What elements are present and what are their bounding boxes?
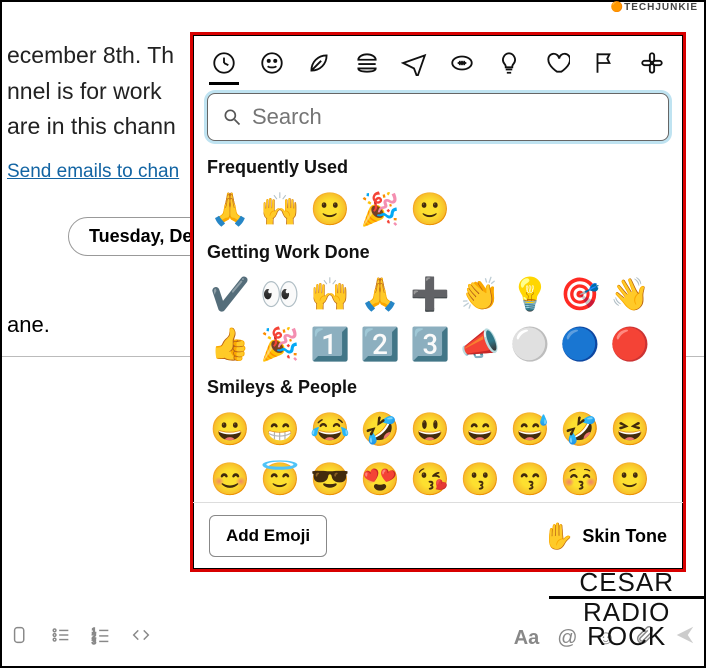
bulb-icon [496,50,522,76]
emoji-cell[interactable]: ➕ [407,271,453,317]
emoji-scroll-area[interactable]: Frequently Used🙏🙌🙂🎉🙂Getting Work Done✔️👀… [193,147,683,502]
football-icon [449,50,475,76]
emoji-cell[interactable]: 💡 [507,271,553,317]
emoji-grid: 😀😁😂🤣😃😄😅🤣😆😊😇😎😍😘😗😙😚🙂 [207,406,669,502]
code-block-icon[interactable] [130,624,152,652]
emoji-tab-symbols[interactable] [540,43,574,83]
emoji-tab-travel[interactable] [397,43,431,83]
emoji-cell[interactable]: 😇 [257,456,303,502]
flag-icon [591,50,617,76]
skin-tone-label: Skin Tone [582,526,667,547]
smile-icon [259,50,285,76]
heart-icon [544,50,570,76]
svg-text:3: 3 [92,637,96,646]
emoji-cell[interactable]: 1️⃣ [307,321,353,367]
emoji-cell[interactable]: 🙂 [307,186,353,232]
emoji-cell[interactable]: 😘 [407,456,453,502]
emoji-grid: ✔️👀🙌🙏➕👏💡🎯👋 👍🎉1️⃣2️⃣3️⃣📣⚪🔵🔴 [207,271,669,367]
emoji-search-input[interactable] [252,104,654,130]
burger-icon [354,50,380,76]
composer-toolbar: 123 Aa @ ☺ [10,624,696,652]
plane-icon [401,50,427,76]
skin-tone-selector[interactable]: ✋ Skin Tone [542,521,667,552]
emoji-cell[interactable]: 😎 [307,456,353,502]
emoji-tab-smileys[interactable] [255,43,289,83]
emoji-cell[interactable]: 😀 [207,406,253,452]
emoji-cell[interactable]: 😄 [457,406,503,452]
emoji-cell[interactable]: 😚 [557,456,603,502]
emoji-cell[interactable]: 😂 [307,406,353,452]
emoji-picker-footer: Add Emoji ✋ Skin Tone [193,502,683,569]
list-bullet-icon[interactable] [50,624,72,652]
emoji-grid: 🙏🙌🙂🎉🙂 [207,186,669,232]
emoji-cell[interactable]: 😁 [257,406,303,452]
emoji-cell[interactable]: 🙌 [307,271,353,317]
emoji-section-header: Frequently Used [207,157,669,178]
emoji-cell[interactable]: 3️⃣ [407,321,453,367]
emoji-section-header: Smileys & People [207,377,669,398]
emoji-tab-nature[interactable] [302,43,336,83]
emoji-cell[interactable]: 👀 [257,271,303,317]
emoji-cell[interactable]: 🎉 [357,186,403,232]
emoji-cell[interactable]: 👋 [607,271,653,317]
emoji-tab-food[interactable] [350,43,384,83]
attach-icon[interactable] [634,624,656,652]
emoji-cell[interactable]: 🤣 [557,406,603,452]
emoji-cell[interactable]: 😙 [507,456,553,502]
emoji-cell[interactable]: ✔️ [207,271,253,317]
emoji-tab-recent[interactable] [207,43,241,83]
emoji-cell[interactable]: 👏 [457,271,503,317]
emoji-cell[interactable]: 😆 [607,406,653,452]
send-icon[interactable] [674,624,696,652]
emoji-cell[interactable]: 😅 [507,406,553,452]
skin-tone-swatch-icon: ✋ [542,521,574,552]
clock-icon [211,50,237,76]
emoji-tab-activities[interactable] [445,43,479,83]
search-icon [222,107,242,127]
emoji-tab-flags[interactable] [587,43,621,83]
emoji-category-tabs [193,35,683,83]
emoji-cell[interactable]: 🙂 [407,186,453,232]
emoji-cell[interactable]: 😃 [407,406,453,452]
emoji-cell[interactable]: 🙌 [257,186,303,232]
mention-icon[interactable]: @ [557,627,577,650]
emoji-cell[interactable]: 🙂 [607,456,653,502]
emoji-search[interactable] [207,93,669,141]
emoji-cell[interactable]: 🙏 [357,271,403,317]
leaf-icon [306,50,332,76]
add-emoji-button[interactable]: Add Emoji [209,515,327,557]
emoji-cell[interactable]: 🤣 [357,406,403,452]
emoji-cell[interactable]: 😍 [357,456,403,502]
emoji-cell[interactable]: 🔴 [607,321,653,367]
emoji-cell[interactable]: 👍 [207,321,253,367]
emoji-tab-objects[interactable] [492,43,526,83]
emoji-cell[interactable]: 🔵 [557,321,603,367]
emoji-cell[interactable]: 🎯 [557,271,603,317]
emoji-cell[interactable]: 📣 [457,321,503,367]
emoji-cell[interactable]: 🎉 [257,321,303,367]
emoji-section-header: Getting Work Done [207,242,669,263]
format-toggle[interactable]: Aa [514,627,540,650]
slack-icon [639,50,665,76]
list-number-icon[interactable]: 123 [90,624,112,652]
emoji-cell[interactable]: 2️⃣ [357,321,403,367]
emoji-picker: Frequently Used🙏🙌🙂🎉🙂Getting Work Done✔️👀… [190,32,686,572]
emoji-cell[interactable]: 😊 [207,456,253,502]
bold-icon[interactable] [10,624,32,652]
emoji-cell[interactable]: 😗 [457,456,503,502]
emoji-tab-custom[interactable] [635,43,669,83]
emoji-cell[interactable]: 🙏 [207,186,253,232]
emoji-cell[interactable]: ⚪ [507,321,553,367]
emoji-icon[interactable]: ☺ [596,627,616,650]
